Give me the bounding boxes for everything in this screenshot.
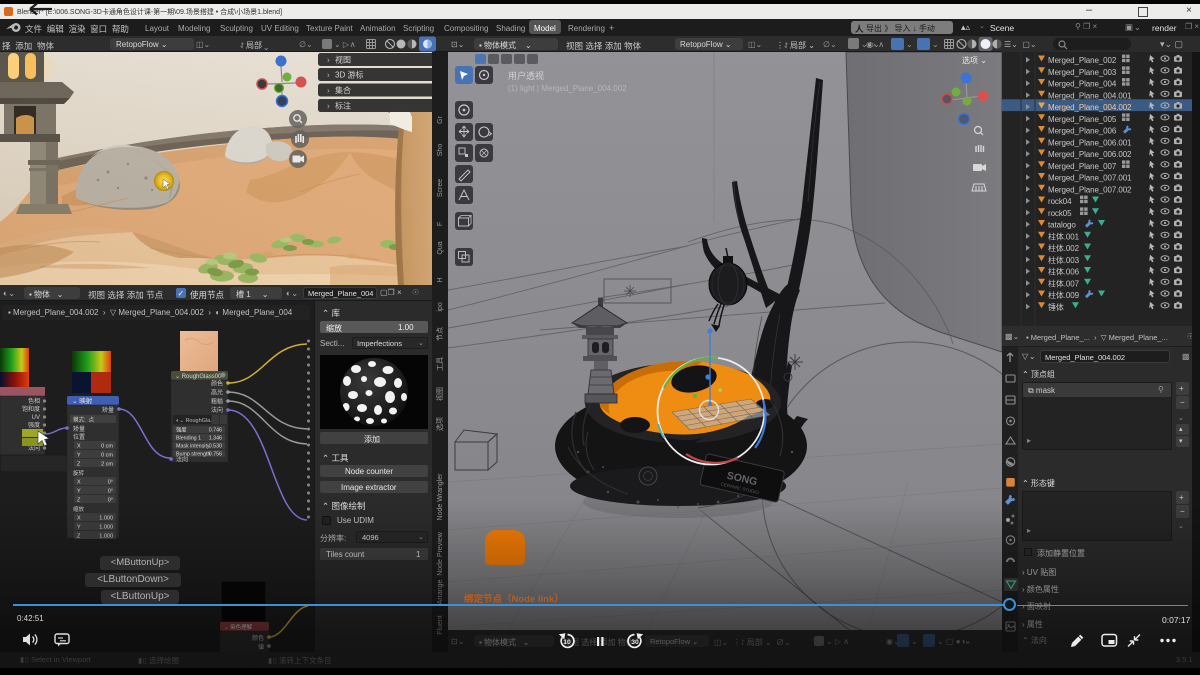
svg-text:Blending 1: Blending 1 xyxy=(176,436,201,442)
svg-text:锤体: 锤体 xyxy=(1048,302,1064,312)
svg-text:颜色: 颜色 xyxy=(252,634,264,642)
svg-text:模式: 点: 模式: 点 xyxy=(73,416,95,424)
svg-text:Merged_Plane_003: Merged_Plane_003 xyxy=(1048,68,1117,77)
svg-text:饱和度: 饱和度 xyxy=(22,405,40,413)
svg-text:◐⌄ RoughGla..: ◐⌄ RoughGla.. xyxy=(176,418,214,424)
svg-text:高光: 高光 xyxy=(211,389,223,397)
svg-text:0.746: 0.746 xyxy=(209,428,222,434)
svg-text:Merged_Plane_007.002: Merged_Plane_007.002 xyxy=(1048,185,1132,194)
svg-text:値: 値 xyxy=(258,643,264,651)
svg-text:H: H xyxy=(437,277,444,282)
svg-text:tatalogo: tatalogo xyxy=(1048,221,1076,230)
svg-text:3D 游标: 3D 游标 xyxy=(335,70,363,80)
svg-text:Y: Y xyxy=(77,525,81,531)
svg-text:0.756: 0.756 xyxy=(209,452,222,458)
svg-text:Merged_Plane_007.001: Merged_Plane_007.001 xyxy=(1048,174,1132,183)
svg-text:0°: 0° xyxy=(108,480,113,486)
svg-text:柱体.003: 柱体.003 xyxy=(1048,255,1080,265)
svg-text:30: 30 xyxy=(631,639,639,646)
svg-text:选项 ⌄: 选项 ⌄ xyxy=(962,55,987,65)
svg-text:Merged_Plane_004.002: Merged_Plane_004.002 xyxy=(1048,103,1132,112)
svg-text:标注: 标注 xyxy=(335,101,351,111)
svg-text:›: › xyxy=(327,56,330,65)
svg-text:⌄ RoughGlass00: ⌄ RoughGlass00 xyxy=(175,374,222,380)
svg-text:矫量: 矫量 xyxy=(102,406,114,414)
svg-text:›: › xyxy=(327,86,330,95)
svg-text:法向: 法向 xyxy=(176,456,188,464)
svg-text:›: › xyxy=(327,102,330,111)
svg-text:rock05: rock05 xyxy=(1048,209,1072,218)
svg-text:Sho: Sho xyxy=(437,144,444,157)
svg-text:1.000: 1.000 xyxy=(99,525,113,531)
svg-text:1.346: 1.346 xyxy=(209,436,222,442)
svg-text:Merged_Plane_004: Merged_Plane_004 xyxy=(1048,80,1117,89)
svg-text:Gr: Gr xyxy=(437,115,444,123)
svg-text:Fluent: Fluent xyxy=(437,615,444,635)
svg-text:Merged_Plane_005: Merged_Plane_005 xyxy=(1048,115,1117,124)
svg-text:强度: 强度 xyxy=(28,421,40,429)
svg-text:Mask intensity: Mask intensity xyxy=(176,444,210,450)
svg-text:用户透视: 用户透视 xyxy=(508,70,544,81)
svg-text:Scree: Scree xyxy=(437,179,444,197)
svg-text:选项: 选项 xyxy=(435,417,444,431)
svg-text:1.000: 1.000 xyxy=(99,516,113,522)
svg-text:缩放: 缩放 xyxy=(73,505,85,513)
svg-text:Merged_Plane_004.001: Merged_Plane_004.001 xyxy=(1048,91,1132,100)
svg-text:0 cm: 0 cm xyxy=(101,444,113,450)
svg-text:10: 10 xyxy=(563,639,571,646)
svg-text:X: X xyxy=(77,480,81,486)
svg-text:⌄ 映射: ⌄ 映射 xyxy=(72,396,93,405)
svg-text:矫量: 矫量 xyxy=(73,425,85,433)
svg-text:Merged_Plane_006.002: Merged_Plane_006.002 xyxy=(1048,150,1132,159)
svg-text:颜色: 颜色 xyxy=(211,380,223,388)
svg-text:Merged_Plane_006.001: Merged_Plane_006.001 xyxy=(1048,138,1132,147)
svg-text:Arrange: Arrange xyxy=(437,579,444,604)
svg-text:柱体.006: 柱体.006 xyxy=(1048,267,1080,277)
svg-text:Y: Y xyxy=(77,453,81,459)
svg-text:X: X xyxy=(77,516,81,522)
svg-text:›: › xyxy=(327,71,330,80)
svg-text:UV: UV xyxy=(32,415,40,421)
svg-text:强度: 强度 xyxy=(176,426,187,434)
svg-text:集合: 集合 xyxy=(335,85,351,95)
svg-text:位置: 位置 xyxy=(73,433,85,441)
svg-text:视图: 视图 xyxy=(435,387,444,401)
svg-text:粗糙: 粗糙 xyxy=(211,398,223,406)
svg-text:Merged_Plane_002: Merged_Plane_002 xyxy=(1048,56,1117,65)
svg-text:Node Wrangler: Node Wrangler xyxy=(437,473,444,521)
svg-text:色相: 色相 xyxy=(28,397,40,405)
svg-text:ipo: ipo xyxy=(437,302,444,311)
svg-text:法向: 法向 xyxy=(211,406,223,414)
svg-text:F: F xyxy=(437,222,444,226)
svg-text:0°: 0° xyxy=(108,498,113,504)
svg-text:Node Preview: Node Preview xyxy=(437,531,444,576)
svg-text:视图: 视图 xyxy=(335,55,351,65)
svg-text:Merged_Plane_007: Merged_Plane_007 xyxy=(1048,162,1117,171)
svg-text:0.530: 0.530 xyxy=(209,444,222,450)
svg-text:2 cm: 2 cm xyxy=(101,462,113,468)
svg-text:X: X xyxy=(77,444,81,450)
svg-text:0°: 0° xyxy=(108,489,113,495)
svg-text:(1) light | Merged_Plane_004.0: (1) light | Merged_Plane_004.002 xyxy=(508,84,627,93)
svg-text:工具: 工具 xyxy=(436,357,444,371)
svg-text:旋转: 旋转 xyxy=(73,469,85,477)
svg-text:柱体.001: 柱体.001 xyxy=(1048,231,1080,241)
svg-text:柱体.009: 柱体.009 xyxy=(1048,290,1080,300)
svg-text:⌄ 染色理解: ⌄ 染色理解 xyxy=(224,623,253,631)
svg-text:0 cm: 0 cm xyxy=(101,453,113,459)
svg-text:rock04: rock04 xyxy=(1048,197,1072,206)
svg-text:Y: Y xyxy=(77,489,81,495)
svg-text:节点: 节点 xyxy=(436,327,444,341)
svg-text:Merged_Plane_006: Merged_Plane_006 xyxy=(1048,127,1117,136)
svg-text:Qua: Qua xyxy=(437,241,444,254)
svg-text:1.000: 1.000 xyxy=(99,534,113,540)
svg-text:柱体.007: 柱体.007 xyxy=(1048,278,1080,288)
svg-text:柱体.002: 柱体.002 xyxy=(1048,243,1080,253)
